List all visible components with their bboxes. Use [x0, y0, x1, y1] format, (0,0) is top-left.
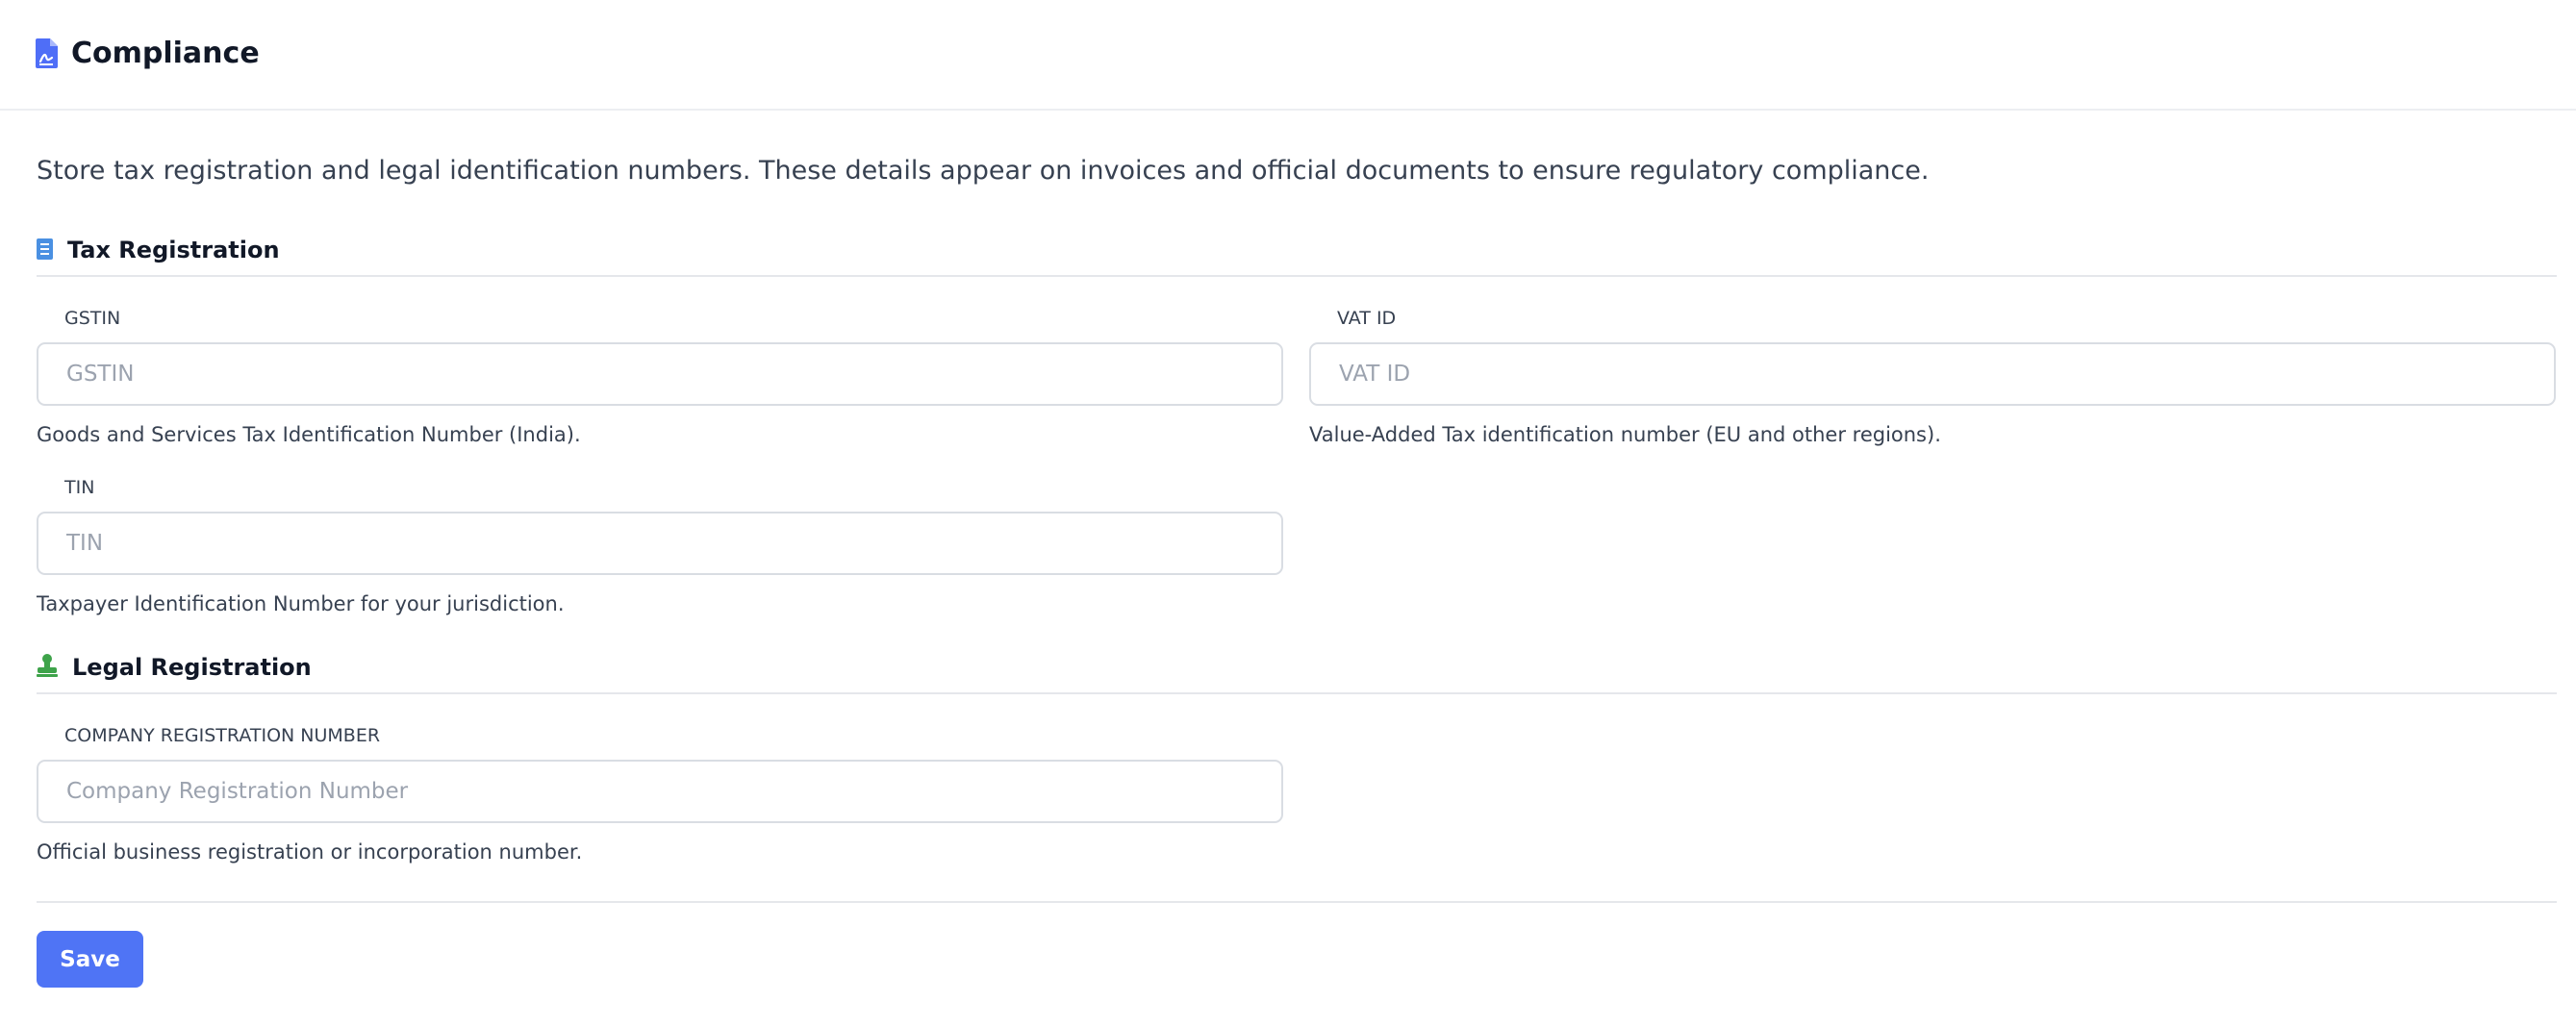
receipt-icon [37, 238, 53, 263]
section-title-legal-registration: Legal Registration [72, 654, 312, 681]
tin-help-text: Taxpayer Identification Number for your … [37, 592, 565, 615]
footer-divider [37, 901, 2557, 903]
stamp-icon [37, 654, 58, 681]
gstin-help-text: Goods and Services Tax Identification Nu… [37, 423, 581, 446]
page-header: Compliance [0, 0, 2576, 111]
gstin-label: GSTIN [64, 308, 121, 329]
vat-id-label: VAT ID [1337, 308, 1397, 329]
vat-id-help-text: Value-Added Tax identification number (E… [1309, 423, 1941, 446]
section-title-tax-registration: Tax Registration [67, 237, 280, 263]
vat-id-input[interactable] [1309, 342, 2556, 406]
document-certificate-icon [36, 38, 58, 68]
company-registration-label: COMPANY REGISTRATION NUMBER [64, 725, 381, 746]
tin-input[interactable] [37, 512, 1283, 575]
tin-label: TIN [64, 477, 95, 498]
page-description: Store tax registration and legal identif… [37, 156, 1930, 186]
company-registration-input[interactable] [37, 760, 1283, 823]
section-header-legal-registration: Legal Registration [37, 646, 2557, 694]
save-button[interactable]: Save [37, 931, 143, 988]
gstin-input[interactable] [37, 342, 1283, 406]
company-registration-help-text: Official business registration or incorp… [37, 840, 583, 864]
section-header-tax-registration: Tax Registration [37, 229, 2557, 277]
page-title: Compliance [71, 37, 260, 70]
